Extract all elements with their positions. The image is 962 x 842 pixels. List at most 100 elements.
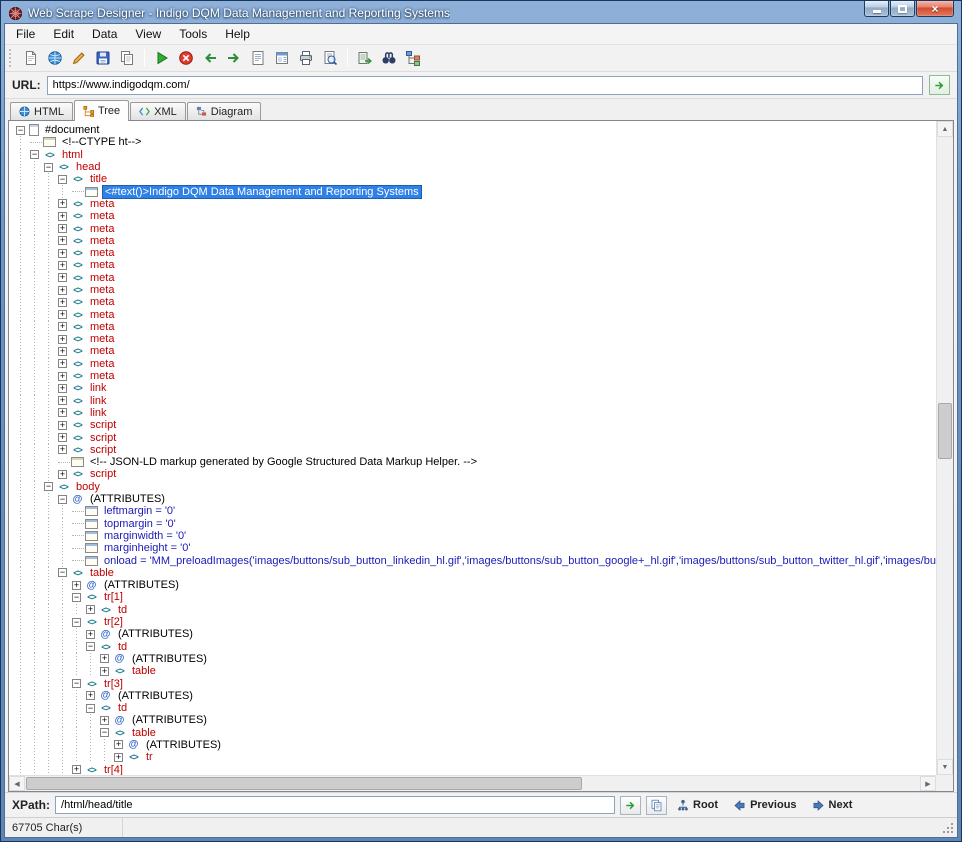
tree-node-label[interactable]: title <box>88 173 109 185</box>
tree-node-label[interactable]: table <box>130 665 158 677</box>
tree-node-label[interactable]: meta <box>88 272 116 284</box>
tree-node-label[interactable]: (ATTRIBUTES) <box>130 714 209 726</box>
menu-view[interactable]: View <box>126 25 170 43</box>
root-button[interactable]: Root <box>672 797 723 813</box>
expand-icon[interactable]: + <box>58 286 67 295</box>
expand-icon[interactable]: + <box>72 765 81 774</box>
tree-node-label[interactable]: table <box>88 567 116 579</box>
tree-node[interactable]: +<>meta <box>16 333 936 345</box>
tree-node-label[interactable]: script <box>88 468 118 480</box>
expand-icon[interactable]: + <box>58 470 67 479</box>
tree-node[interactable]: +<>meta <box>16 358 936 370</box>
tree-node[interactable]: − #document <box>16 124 936 136</box>
expand-icon[interactable]: + <box>58 408 67 417</box>
tree-node[interactable]: −<>table <box>16 727 936 739</box>
tree-node[interactable]: +<>tr[4] <box>16 763 936 775</box>
url-go-button[interactable] <box>929 75 950 95</box>
expand-icon[interactable]: + <box>58 359 67 368</box>
tree-node[interactable]: <!--CTYPE ht--> <box>16 136 936 148</box>
tree-node[interactable]: +<>meta <box>16 370 936 382</box>
tree-node-label[interactable]: meta <box>88 284 116 296</box>
expand-icon[interactable]: + <box>58 335 67 344</box>
maximize-button[interactable] <box>890 1 915 17</box>
tree-node-label[interactable]: marginwidth = '0' <box>102 530 188 542</box>
tree-node[interactable]: −<>body <box>16 481 936 493</box>
print-button[interactable] <box>295 47 317 69</box>
tree-node[interactable]: +<>meta <box>16 284 936 296</box>
url-input[interactable] <box>47 76 923 95</box>
menu-tools[interactable]: Tools <box>170 25 216 43</box>
expand-icon[interactable]: + <box>72 581 81 590</box>
navigate-forward-button[interactable] <box>223 47 245 69</box>
expand-icon[interactable]: + <box>58 384 67 393</box>
previous-button[interactable]: Previous <box>728 797 801 813</box>
tree-node-label[interactable]: meta <box>88 333 116 345</box>
tree-node-label[interactable]: table <box>130 727 158 739</box>
tree-node[interactable]: +<>script <box>16 431 936 443</box>
tree-node-label[interactable]: link <box>88 407 109 419</box>
scroll-up-icon[interactable]: ▲ <box>937 121 953 137</box>
tree-node-label[interactable]: (ATTRIBUTES) <box>88 493 167 505</box>
tab-xml[interactable]: XML <box>130 102 186 120</box>
export-button[interactable] <box>354 47 376 69</box>
tree-node[interactable]: <!-- JSON-LD markup generated by Google … <box>16 456 936 468</box>
tree-view-button[interactable] <box>402 47 424 69</box>
tree-node-label[interactable]: meta <box>88 210 116 222</box>
tree-node-label[interactable]: #document <box>43 124 101 136</box>
tree-node[interactable]: +@(ATTRIBUTES) <box>16 628 936 640</box>
view-source-button[interactable] <box>247 47 269 69</box>
collapse-icon[interactable]: − <box>72 593 81 602</box>
expand-icon[interactable]: + <box>58 236 67 245</box>
tree-node-label[interactable]: meta <box>88 235 116 247</box>
collapse-icon[interactable]: − <box>58 495 67 504</box>
collapse-icon[interactable]: − <box>86 642 95 651</box>
tree-node[interactable]: −<>html <box>16 149 936 161</box>
scroll-right-icon[interactable]: ▶ <box>920 776 936 791</box>
tree-node-label[interactable]: td <box>116 641 129 653</box>
tree-node-label[interactable]: (ATTRIBUTES) <box>116 628 195 640</box>
horizontal-scroll-thumb[interactable] <box>26 777 582 790</box>
tree-node[interactable]: leftmargin = '0' <box>16 505 936 517</box>
tree-node-label[interactable]: tr[3] <box>102 678 125 690</box>
tree-node[interactable]: +<>script <box>16 468 936 480</box>
expand-icon[interactable]: + <box>58 347 67 356</box>
tree-node[interactable]: +@(ATTRIBUTES) <box>16 739 936 751</box>
tree-node-label[interactable]: meta <box>88 198 116 210</box>
tree-node[interactable]: −<>td <box>16 702 936 714</box>
edit-button[interactable] <box>68 47 90 69</box>
expand-icon[interactable]: + <box>100 667 109 676</box>
tree-node[interactable]: −<>tr[2] <box>16 616 936 628</box>
tree-node[interactable]: +<>link <box>16 382 936 394</box>
run-button[interactable] <box>151 47 173 69</box>
titlebar[interactable]: Web Scrape Designer - Indigo DQM Data Ma… <box>4 1 958 23</box>
expand-icon[interactable]: + <box>58 249 67 258</box>
xpath-input[interactable] <box>55 796 615 814</box>
print-preview-button[interactable] <box>319 47 341 69</box>
tree-node-label[interactable]: (ATTRIBUTES) <box>102 579 181 591</box>
tree-node-label[interactable]: (ATTRIBUTES) <box>116 690 195 702</box>
tree-node[interactable]: +<>link <box>16 395 936 407</box>
collapse-icon[interactable]: − <box>58 568 67 577</box>
expand-icon[interactable]: + <box>58 372 67 381</box>
resize-grip[interactable] <box>951 831 953 833</box>
tree-node[interactable]: +<>meta <box>16 296 936 308</box>
tree-node-label[interactable]: <#text()>Indigo DQM Data Management and … <box>102 185 422 199</box>
tree-node[interactable]: +<>tr <box>16 751 936 763</box>
scroll-left-icon[interactable]: ◀ <box>9 776 25 791</box>
expand-icon[interactable]: + <box>58 322 67 331</box>
tree-node-label[interactable]: tr[1] <box>102 591 125 603</box>
tree-node-label[interactable]: meta <box>88 358 116 370</box>
tree-node-label[interactable]: marginheight = '0' <box>102 542 192 554</box>
tree-node[interactable]: <#text()>Indigo DQM Data Management and … <box>16 185 936 197</box>
xpath-go-button[interactable] <box>620 796 641 815</box>
collapse-icon[interactable]: − <box>16 126 25 135</box>
open-url-button[interactable] <box>44 47 66 69</box>
tree-node-label[interactable]: script <box>88 419 118 431</box>
tree-node-label[interactable]: link <box>88 382 109 394</box>
tree-node[interactable]: +@(ATTRIBUTES) <box>16 714 936 726</box>
tree-node-label[interactable]: onload = 'MM_preloadImages('images/butto… <box>102 555 936 567</box>
tree-node[interactable]: +<>meta <box>16 198 936 210</box>
tree-node-label[interactable]: meta <box>88 370 116 382</box>
tree-node[interactable]: −<>table <box>16 567 936 579</box>
tree-node-label[interactable]: script <box>88 444 118 456</box>
